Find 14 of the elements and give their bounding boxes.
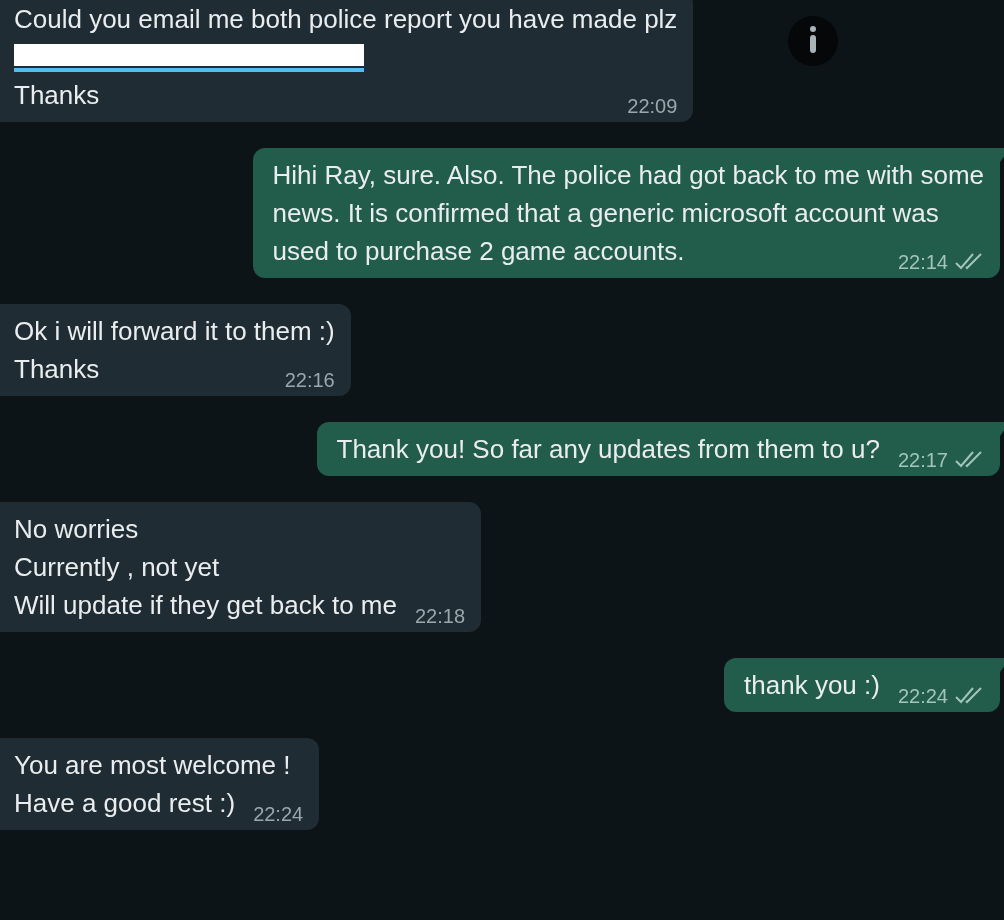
message-time: 22:09 <box>627 94 678 119</box>
message-text: You are most welcome ! <box>14 749 292 782</box>
message-text: Currently , not yet <box>14 551 221 584</box>
message-time: 22:24 <box>253 802 304 827</box>
message-text: No worries <box>14 513 140 546</box>
message-time: 22:16 <box>284 368 335 393</box>
message-time: 22:18 <box>414 604 466 629</box>
message-text: Have a good rest :) <box>14 787 236 820</box>
info-icon[interactable] <box>788 16 838 66</box>
message-text: Will update if they get back to me <box>14 589 397 622</box>
message-text: Could you email me both police report you have made plz <box>14 3 678 36</box>
message-text: Ok i will forward it to them :) <box>14 315 335 348</box>
message-text: Thanks <box>14 79 100 112</box>
message-text: Thanks <box>14 353 100 386</box>
